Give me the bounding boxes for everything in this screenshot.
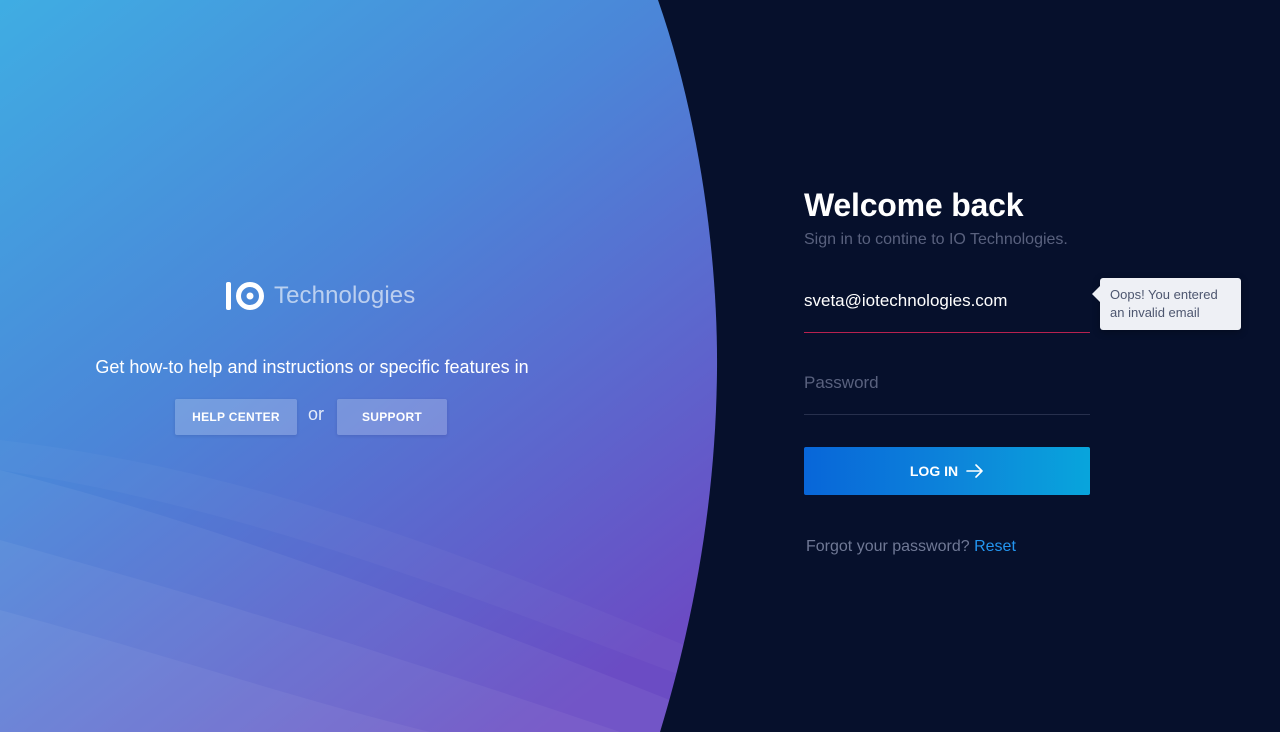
io-logo-icon — [226, 281, 266, 311]
login-button-label: LOG IN — [909, 463, 959, 479]
login-page: Technologies Get how-to help and instruc… — [0, 0, 1280, 732]
password-input[interactable] — [804, 366, 1090, 400]
page-title: Welcome back — [804, 187, 1024, 223]
forgot-password: Forgot your password? Reset — [806, 538, 1016, 556]
brand-name: Technologies — [274, 282, 416, 309]
email-input[interactable] — [804, 284, 1090, 318]
arrow-right-icon — [966, 464, 984, 478]
login-button[interactable]: LOG IN — [804, 447, 1090, 495]
password-field — [804, 366, 1090, 415]
help-description: Get how-to help and instructions or spec… — [95, 357, 529, 377]
login-form: Welcome back Sign in to contine to IO Te… — [804, 0, 1244, 732]
error-tooltip: Oops! You entered an invalid email — [1092, 278, 1241, 330]
error-tooltip-line1: Oops! You entered — [1110, 287, 1218, 302]
or-separator: or — [307, 404, 324, 424]
error-tooltip-line2: an invalid email — [1110, 305, 1200, 320]
email-field — [804, 284, 1090, 333]
page-subtitle: Sign in to contine to IO Technologies. — [804, 231, 1068, 248]
reset-link[interactable]: Reset — [974, 538, 1016, 555]
brand-logo: Technologies — [226, 280, 415, 312]
forgot-password-text: Forgot your password? — [806, 538, 970, 555]
hero-panel: Technologies Get how-to help and instruc… — [0, 0, 720, 732]
support-button[interactable]: SUPPORT — [337, 399, 447, 435]
help-center-button[interactable]: HELP CENTER — [175, 399, 297, 435]
